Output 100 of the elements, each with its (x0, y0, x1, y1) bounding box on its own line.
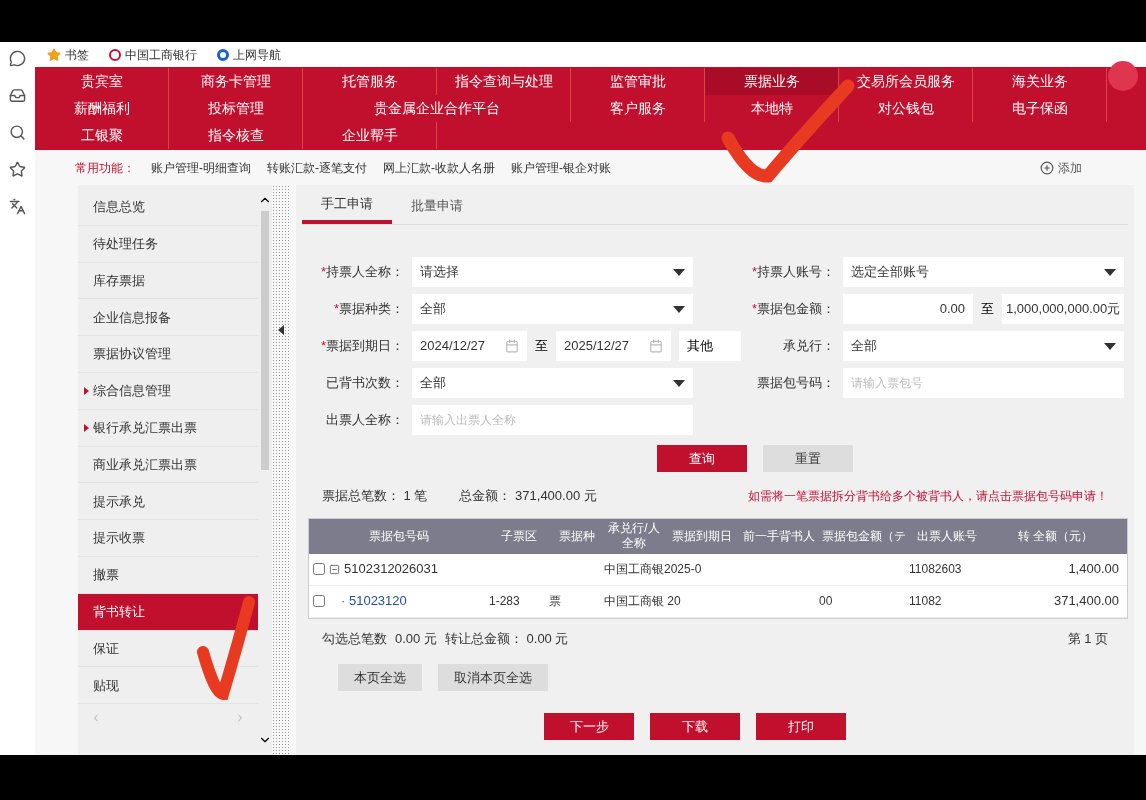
column-header: 承兑行/人全称 (607, 520, 661, 552)
quick-functions-label: 常用功能： (75, 159, 135, 177)
quick-function-link[interactable]: 账户管理-明细查询 (151, 158, 251, 177)
star-icon (47, 47, 61, 62)
nav-menu-item[interactable]: 指令查询与处理 (437, 68, 571, 95)
field-label: 票据包金额： (757, 300, 835, 319)
quick-function-link[interactable]: 转账汇款-逐笔支付 (267, 158, 367, 177)
table-cell-text: 5102312026031 (344, 560, 438, 579)
nav-menu-item[interactable]: 指令核查 (169, 122, 303, 149)
star-icon[interactable] (9, 161, 26, 178)
nav-menu-item[interactable]: 贵金属企业合作平台 (303, 95, 571, 122)
nav-menu-item[interactable]: 商务卡管理 (169, 68, 303, 95)
nav-menu-item[interactable]: 企业帮手 (303, 122, 437, 149)
selected-count-text: 勾选总笔数 (322, 629, 387, 648)
sidebar-scrollbar[interactable] (258, 185, 272, 755)
quick-function-link[interactable]: 账户管理-银企对账 (511, 158, 611, 177)
nav-menu-item[interactable]: 本地特 (705, 95, 839, 122)
page-indicator: 第 1 页 (1067, 629, 1108, 648)
table-cell: 11082 (909, 594, 942, 608)
table-cell: 1,400.00 (1068, 561, 1119, 577)
nav-menu-item[interactable]: 海关业务 (973, 68, 1107, 95)
add-button[interactable]: 添加 (1040, 158, 1082, 177)
bookmark-link[interactable]: 上网导航 (233, 45, 281, 64)
row-checkbox[interactable] (313, 595, 325, 607)
nav-menu-item[interactable]: 贵宾室 (35, 68, 169, 95)
column-header: 子票区 (500, 527, 538, 545)
column-header: 出票人账号 (915, 527, 978, 545)
field-label: 承兑行： (783, 337, 835, 356)
collapse-icon[interactable] (329, 563, 340, 575)
chat-icon[interactable] (9, 50, 26, 67)
dropdown-field[interactable]: 全部 (412, 368, 693, 398)
input-field[interactable]: 请输入出票人全称 (412, 405, 693, 435)
field-label: 票据到期日： (326, 337, 404, 356)
nav-menu-item[interactable]: 对公钱包 (839, 95, 973, 122)
calendar-icon (649, 339, 663, 353)
nav-menu-item[interactable]: 托管服务 (303, 68, 437, 95)
dropdown-field[interactable]: 全部 (412, 294, 693, 324)
browser-logo-icon (217, 48, 229, 61)
column-header: 票据包金额（テ (821, 527, 907, 545)
column-header: 票据种 (557, 527, 596, 545)
required-marker: * (751, 300, 757, 319)
nav-menu-item[interactable]: 投标管理 (169, 95, 303, 122)
dropdown-field[interactable]: 选定全部账号 (843, 257, 1124, 287)
nav-menu-item[interactable]: 交易所会员服务 (839, 68, 973, 95)
nav-menu-item[interactable]: 票据业务 (705, 68, 839, 95)
column-header: 前一手背书人 (742, 527, 816, 545)
table-cell: 371,400.00 (1053, 593, 1119, 609)
column-header: 票据到期日 (670, 527, 733, 545)
inbox-icon[interactable] (9, 87, 26, 104)
amount-field[interactable]: 0.00 (843, 294, 973, 324)
nav-menu-item[interactable]: 客户服务 (571, 95, 705, 122)
select-all-button[interactable]: 本页全选 (338, 664, 422, 691)
nav-menu-item[interactable]: 薪酬福利 (35, 95, 169, 122)
bookmark-link[interactable]: 中国工商银行 (125, 45, 197, 64)
table-cell: 00 (819, 594, 833, 608)
table-cell: 1-283 (489, 594, 520, 608)
required-marker: * (751, 263, 757, 282)
amount-field[interactable]: 1,000,000,000.00元 (1002, 294, 1125, 324)
column-header: 票据包号码 (368, 527, 430, 545)
search-icon[interactable] (9, 124, 26, 141)
table-cell[interactable]: · 51023120 (329, 591, 407, 611)
other-option-field[interactable]: 其他 (679, 331, 741, 361)
table-cell: 2025-0 (664, 562, 702, 576)
date-field[interactable]: 2024/12/27 (412, 331, 527, 361)
row-checkbox[interactable] (313, 563, 325, 575)
field-label: 持票人全称： (326, 263, 404, 282)
round-button[interactable] (1108, 61, 1138, 91)
translate-icon[interactable] (9, 198, 26, 215)
field-label: 出票人全称： (326, 411, 404, 430)
total-count-text: 票据总笔数： 1 笔 (322, 487, 428, 505)
notice-text: 如需将一笔票据拆分背书给多个被背书人，请点击票据包号码申请！ (748, 487, 1108, 505)
input-field[interactable]: 请输入票包号 (843, 368, 1124, 398)
search-button[interactable]: 查询 (657, 445, 747, 472)
action-button[interactable]: 下载 (650, 713, 740, 740)
tab[interactable]: 批量申请 (392, 188, 482, 224)
date-field[interactable]: 2025/12/27 (556, 331, 671, 361)
reset-button[interactable]: 重置 (763, 445, 853, 472)
range-separator: 至 (535, 337, 548, 356)
action-button[interactable]: 下一步 (544, 713, 634, 740)
field-label: 持票人账号： (757, 263, 835, 282)
dropdown-caret-icon (1104, 268, 1116, 276)
transfer-total-text: 转让总金额： 0.00 元 (444, 629, 569, 648)
calendar-icon (505, 339, 519, 353)
bookmark-link[interactable]: 书签 (65, 45, 89, 64)
field-label: 已背书次数： (326, 374, 404, 393)
table-cell: 11082603 (909, 562, 962, 576)
dropdown-field[interactable]: 全部 (843, 331, 1124, 361)
dropdown-field[interactable]: 请选择 (412, 257, 693, 287)
nav-menu-item[interactable]: 工银聚 (35, 122, 169, 149)
action-button[interactable]: 打印 (756, 713, 846, 740)
dropdown-caret-icon (673, 379, 685, 387)
add-icon (1040, 160, 1054, 175)
expand-arrow-icon[interactable] (84, 386, 89, 395)
quick-function-link[interactable]: 网上汇款-收款人名册 (383, 158, 495, 177)
dropdown-caret-icon (673, 305, 685, 313)
nav-menu-item[interactable]: 电子保函 (973, 95, 1107, 122)
select-all-button[interactable]: 取消本页全选 (438, 664, 548, 691)
tab[interactable]: 手工申请 (302, 188, 392, 224)
total-amount-text: 总金额： 371,400.00 元 (459, 487, 597, 505)
expand-arrow-icon[interactable] (84, 423, 89, 432)
